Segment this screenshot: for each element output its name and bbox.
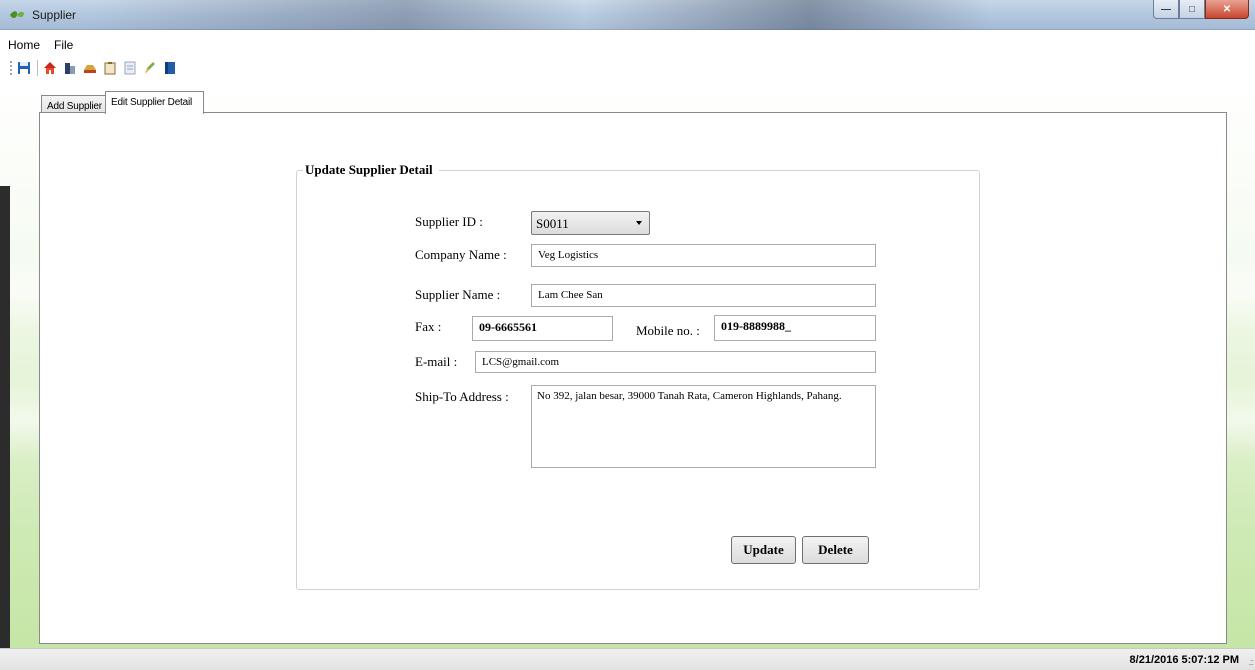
update-button[interactable]: Update xyxy=(731,536,796,564)
truck-icon[interactable] xyxy=(83,61,97,75)
window-left-edge xyxy=(0,186,10,648)
mobile-field[interactable]: 019-8889988_ xyxy=(714,315,876,341)
size-grip[interactable]: .:: xyxy=(1248,657,1253,667)
supplier-icon[interactable] xyxy=(63,61,77,75)
leaf-app-icon xyxy=(10,11,24,18)
status-bar: 8/21/2016 5:07:12 PM .:: xyxy=(0,648,1255,670)
close-button[interactable]: ✕ xyxy=(1205,0,1249,19)
toolbar xyxy=(0,56,1255,80)
tab-edit-supplier-detail[interactable]: Edit Supplier Detail xyxy=(105,91,204,114)
company-name-label: Company Name : xyxy=(415,247,507,262)
supplier-name-label: Supplier Name : xyxy=(415,287,501,302)
ship-to-address-field[interactable]: No 392, jalan besar, 39000 Tanah Rata, C… xyxy=(531,385,876,468)
supplier-id-dropdown[interactable]: S0011 xyxy=(531,211,650,235)
fax-label: Fax : xyxy=(415,319,442,334)
close-icon: ✕ xyxy=(1222,3,1232,15)
menu-bar: Home File xyxy=(0,30,1255,56)
window-controls: — □ ✕ xyxy=(1153,0,1249,20)
book-icon[interactable] xyxy=(163,61,177,75)
minimize-button[interactable]: — xyxy=(1153,0,1179,19)
maximize-button[interactable]: □ xyxy=(1179,0,1205,19)
groupbox-title: Update Supplier Detail xyxy=(303,162,439,178)
save-icon[interactable] xyxy=(17,61,31,75)
fax-field[interactable]: 09-6665561 xyxy=(472,316,613,341)
status-datetime: 8/21/2016 5:07:12 PM xyxy=(1129,654,1239,666)
delete-button[interactable]: Delete xyxy=(802,536,869,564)
title-bar: Supplier — □ ✕ xyxy=(0,0,1255,30)
ship-to-address-label: Ship-To Address : xyxy=(415,389,509,404)
menu-file[interactable]: File xyxy=(54,38,73,56)
maximize-icon: □ xyxy=(1188,3,1196,15)
minimize-icon: — xyxy=(1161,3,1171,15)
report-icon[interactable] xyxy=(123,61,137,75)
title-bar-glare xyxy=(90,0,990,30)
menu-home[interactable]: Home xyxy=(8,38,40,56)
clean-icon[interactable] xyxy=(143,61,157,75)
supplier-name-field[interactable]: Lam Chee San xyxy=(531,284,876,307)
email-field[interactable]: LCS@gmail.com xyxy=(475,351,876,373)
window-title: Supplier xyxy=(32,8,77,22)
email-label: E-mail : xyxy=(415,354,458,369)
chevron-down-icon xyxy=(636,221,642,225)
toolbar-separator xyxy=(37,60,38,76)
clipboard-icon[interactable] xyxy=(103,61,117,75)
supplier-id-value: S0011 xyxy=(536,216,569,231)
company-name-field[interactable]: Veg Logistics xyxy=(531,244,876,267)
supplier-id-label: Supplier ID : xyxy=(415,214,483,229)
home-icon[interactable] xyxy=(43,61,57,75)
toolbar-grip[interactable] xyxy=(10,61,13,75)
mobile-label: Mobile no. : xyxy=(636,323,700,338)
tab-add-supplier[interactable]: Add Supplier xyxy=(41,95,108,113)
